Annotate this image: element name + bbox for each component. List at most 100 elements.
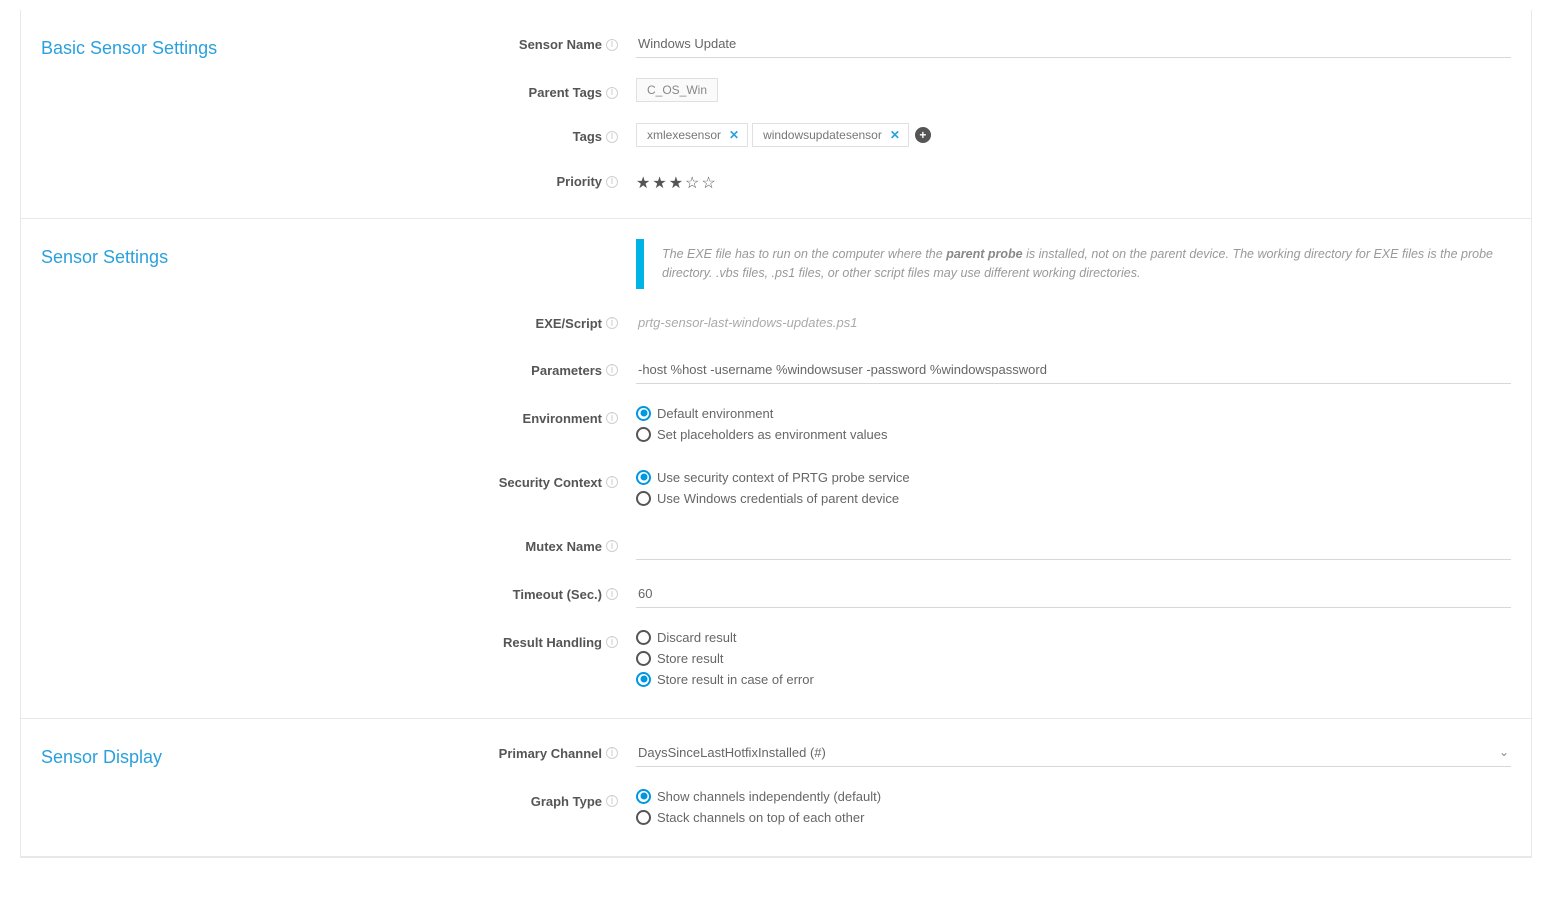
section-sensor: Sensor Settings The EXE file has to run …	[21, 219, 1531, 719]
help-icon[interactable]: i	[606, 588, 618, 600]
radio-icon	[636, 470, 651, 485]
label-graph-type: Graph Type i	[471, 787, 626, 809]
field-sensor-name: Sensor Name i	[471, 30, 1511, 58]
priority-star[interactable]: ★	[669, 173, 683, 193]
radio-icon	[636, 630, 651, 645]
result-handling-option[interactable]: Discard result	[636, 630, 1511, 645]
security-context-option[interactable]: Use Windows credentials of parent device	[636, 491, 1511, 506]
primary-channel-select[interactable]: DaysSinceLastHotfixInstalled (#) ⌄	[636, 739, 1511, 767]
environment-option[interactable]: Default environment	[636, 406, 1511, 421]
add-tag-button[interactable]: +	[915, 127, 931, 143]
info-box: The EXE file has to run on the computer …	[636, 239, 1511, 289]
field-primary-channel: Primary Channel i DaysSinceLastHotfixIns…	[471, 739, 1511, 767]
section-display: Sensor Display Primary Channel i DaysSin…	[21, 719, 1531, 857]
help-icon[interactable]: i	[606, 39, 618, 51]
priority-star[interactable]: ☆	[685, 173, 699, 193]
graph-type-option[interactable]: Stack channels on top of each other	[636, 810, 1511, 825]
priority-stars[interactable]: ★★★☆☆	[636, 167, 1511, 193]
radio-icon	[636, 672, 651, 687]
label-primary-channel: Primary Channel i	[471, 739, 626, 761]
label-parameters: Parameters i	[471, 356, 626, 378]
section-basic: Basic Sensor Settings Sensor Name i Pare…	[21, 10, 1531, 219]
priority-star[interactable]: ★	[636, 173, 650, 193]
radio-label: Default environment	[657, 406, 773, 421]
result-handling-radio-group: Discard result Store result Store result i…	[636, 628, 1511, 687]
result-handling-option[interactable]: Store result in case of error	[636, 672, 1511, 687]
remove-tag-icon[interactable]: ✕	[729, 128, 739, 142]
priority-star[interactable]: ★	[652, 173, 666, 193]
environment-radio-group: Default environment Set placeholders as e…	[636, 404, 1511, 442]
help-icon[interactable]: i	[606, 747, 618, 759]
info-bar	[636, 239, 644, 289]
help-icon[interactable]: i	[606, 412, 618, 424]
security-context-option[interactable]: Use security context of PRTG probe servi…	[636, 470, 1511, 485]
help-icon[interactable]: i	[606, 476, 618, 488]
label-environment: Environment i	[471, 404, 626, 426]
label-security-context: Security Context i	[471, 468, 626, 490]
field-parameters: Parameters i	[471, 356, 1511, 384]
field-environment: Environment i Default environment Set pla…	[471, 404, 1511, 448]
label-timeout: Timeout (Sec.) i	[471, 580, 626, 602]
radio-label: Use security context of PRTG probe servi…	[657, 470, 910, 485]
tag-label: windowsupdatesensor	[763, 128, 882, 142]
label-sensor-name: Sensor Name i	[471, 30, 626, 52]
sensor-name-input[interactable]	[636, 30, 1511, 58]
settings-container: Basic Sensor Settings Sensor Name i Pare…	[20, 10, 1532, 858]
label-exe-script: EXE/Script i	[471, 309, 626, 331]
graph-type-radio-group: Show channels independently (default) Sta…	[636, 787, 1511, 825]
field-parent-tags: Parent Tags i C_OS_Win	[471, 78, 1511, 102]
parameters-input[interactable]	[636, 356, 1511, 384]
help-icon[interactable]: i	[606, 131, 618, 143]
graph-type-option[interactable]: Show channels independently (default)	[636, 789, 1511, 804]
tag-chip[interactable]: xmlexesensor ✕	[636, 123, 748, 147]
info-text: The EXE file has to run on the computer …	[644, 239, 1511, 289]
field-graph-type: Graph Type i Show channels independently…	[471, 787, 1511, 831]
section-title-basic: Basic Sensor Settings	[41, 30, 471, 193]
select-value: DaysSinceLastHotfixInstalled (#)	[638, 745, 826, 760]
environment-option[interactable]: Set placeholders as environment values	[636, 427, 1511, 442]
help-icon[interactable]: i	[606, 87, 618, 99]
help-icon[interactable]: i	[606, 636, 618, 648]
field-priority: Priority i ★★★☆☆	[471, 167, 1511, 193]
radio-icon	[636, 651, 651, 666]
field-tags: Tags i xmlexesensor ✕ windowsupdatesenso…	[471, 122, 1511, 147]
help-icon[interactable]: i	[606, 540, 618, 552]
tag-chip[interactable]: windowsupdatesensor ✕	[752, 123, 909, 147]
section-title-sensor: Sensor Settings	[41, 239, 471, 693]
tag-label: xmlexesensor	[647, 128, 721, 142]
label-mutex-name: Mutex Name i	[471, 532, 626, 554]
field-result-handling: Result Handling i Discard result Store re…	[471, 628, 1511, 693]
label-tags: Tags i	[471, 122, 626, 144]
radio-label: Store result	[657, 651, 723, 666]
help-icon[interactable]: i	[606, 317, 618, 329]
radio-label: Store result in case of error	[657, 672, 814, 687]
result-handling-option[interactable]: Store result	[636, 651, 1511, 666]
remove-tag-icon[interactable]: ✕	[890, 128, 900, 142]
label-result-handling: Result Handling i	[471, 628, 626, 650]
help-icon[interactable]: i	[606, 176, 618, 188]
parent-tag-chip: C_OS_Win	[636, 78, 718, 102]
help-icon[interactable]: i	[606, 364, 618, 376]
field-security-context: Security Context i Use security context …	[471, 468, 1511, 512]
radio-label: Stack channels on top of each other	[657, 810, 864, 825]
radio-icon	[636, 427, 651, 442]
info-row: The EXE file has to run on the computer …	[471, 239, 1511, 289]
field-timeout: Timeout (Sec.) i	[471, 580, 1511, 608]
radio-icon	[636, 406, 651, 421]
section-title-display: Sensor Display	[41, 739, 471, 831]
priority-star[interactable]: ☆	[701, 173, 715, 193]
help-icon[interactable]: i	[606, 795, 618, 807]
label-parent-tags: Parent Tags i	[471, 78, 626, 100]
chevron-down-icon: ⌄	[1499, 745, 1509, 759]
radio-label: Discard result	[657, 630, 736, 645]
radio-label: Show channels independently (default)	[657, 789, 881, 804]
radio-label: Use Windows credentials of parent device	[657, 491, 899, 506]
field-exe-script: EXE/Script i prtg-sensor-last-windows-up…	[471, 309, 1511, 336]
radio-icon	[636, 491, 651, 506]
security-context-radio-group: Use security context of PRTG probe servi…	[636, 468, 1511, 506]
radio-icon	[636, 810, 651, 825]
mutex-name-input[interactable]	[636, 532, 1511, 560]
timeout-input[interactable]	[636, 580, 1511, 608]
field-mutex-name: Mutex Name i	[471, 532, 1511, 560]
radio-label: Set placeholders as environment values	[657, 427, 888, 442]
